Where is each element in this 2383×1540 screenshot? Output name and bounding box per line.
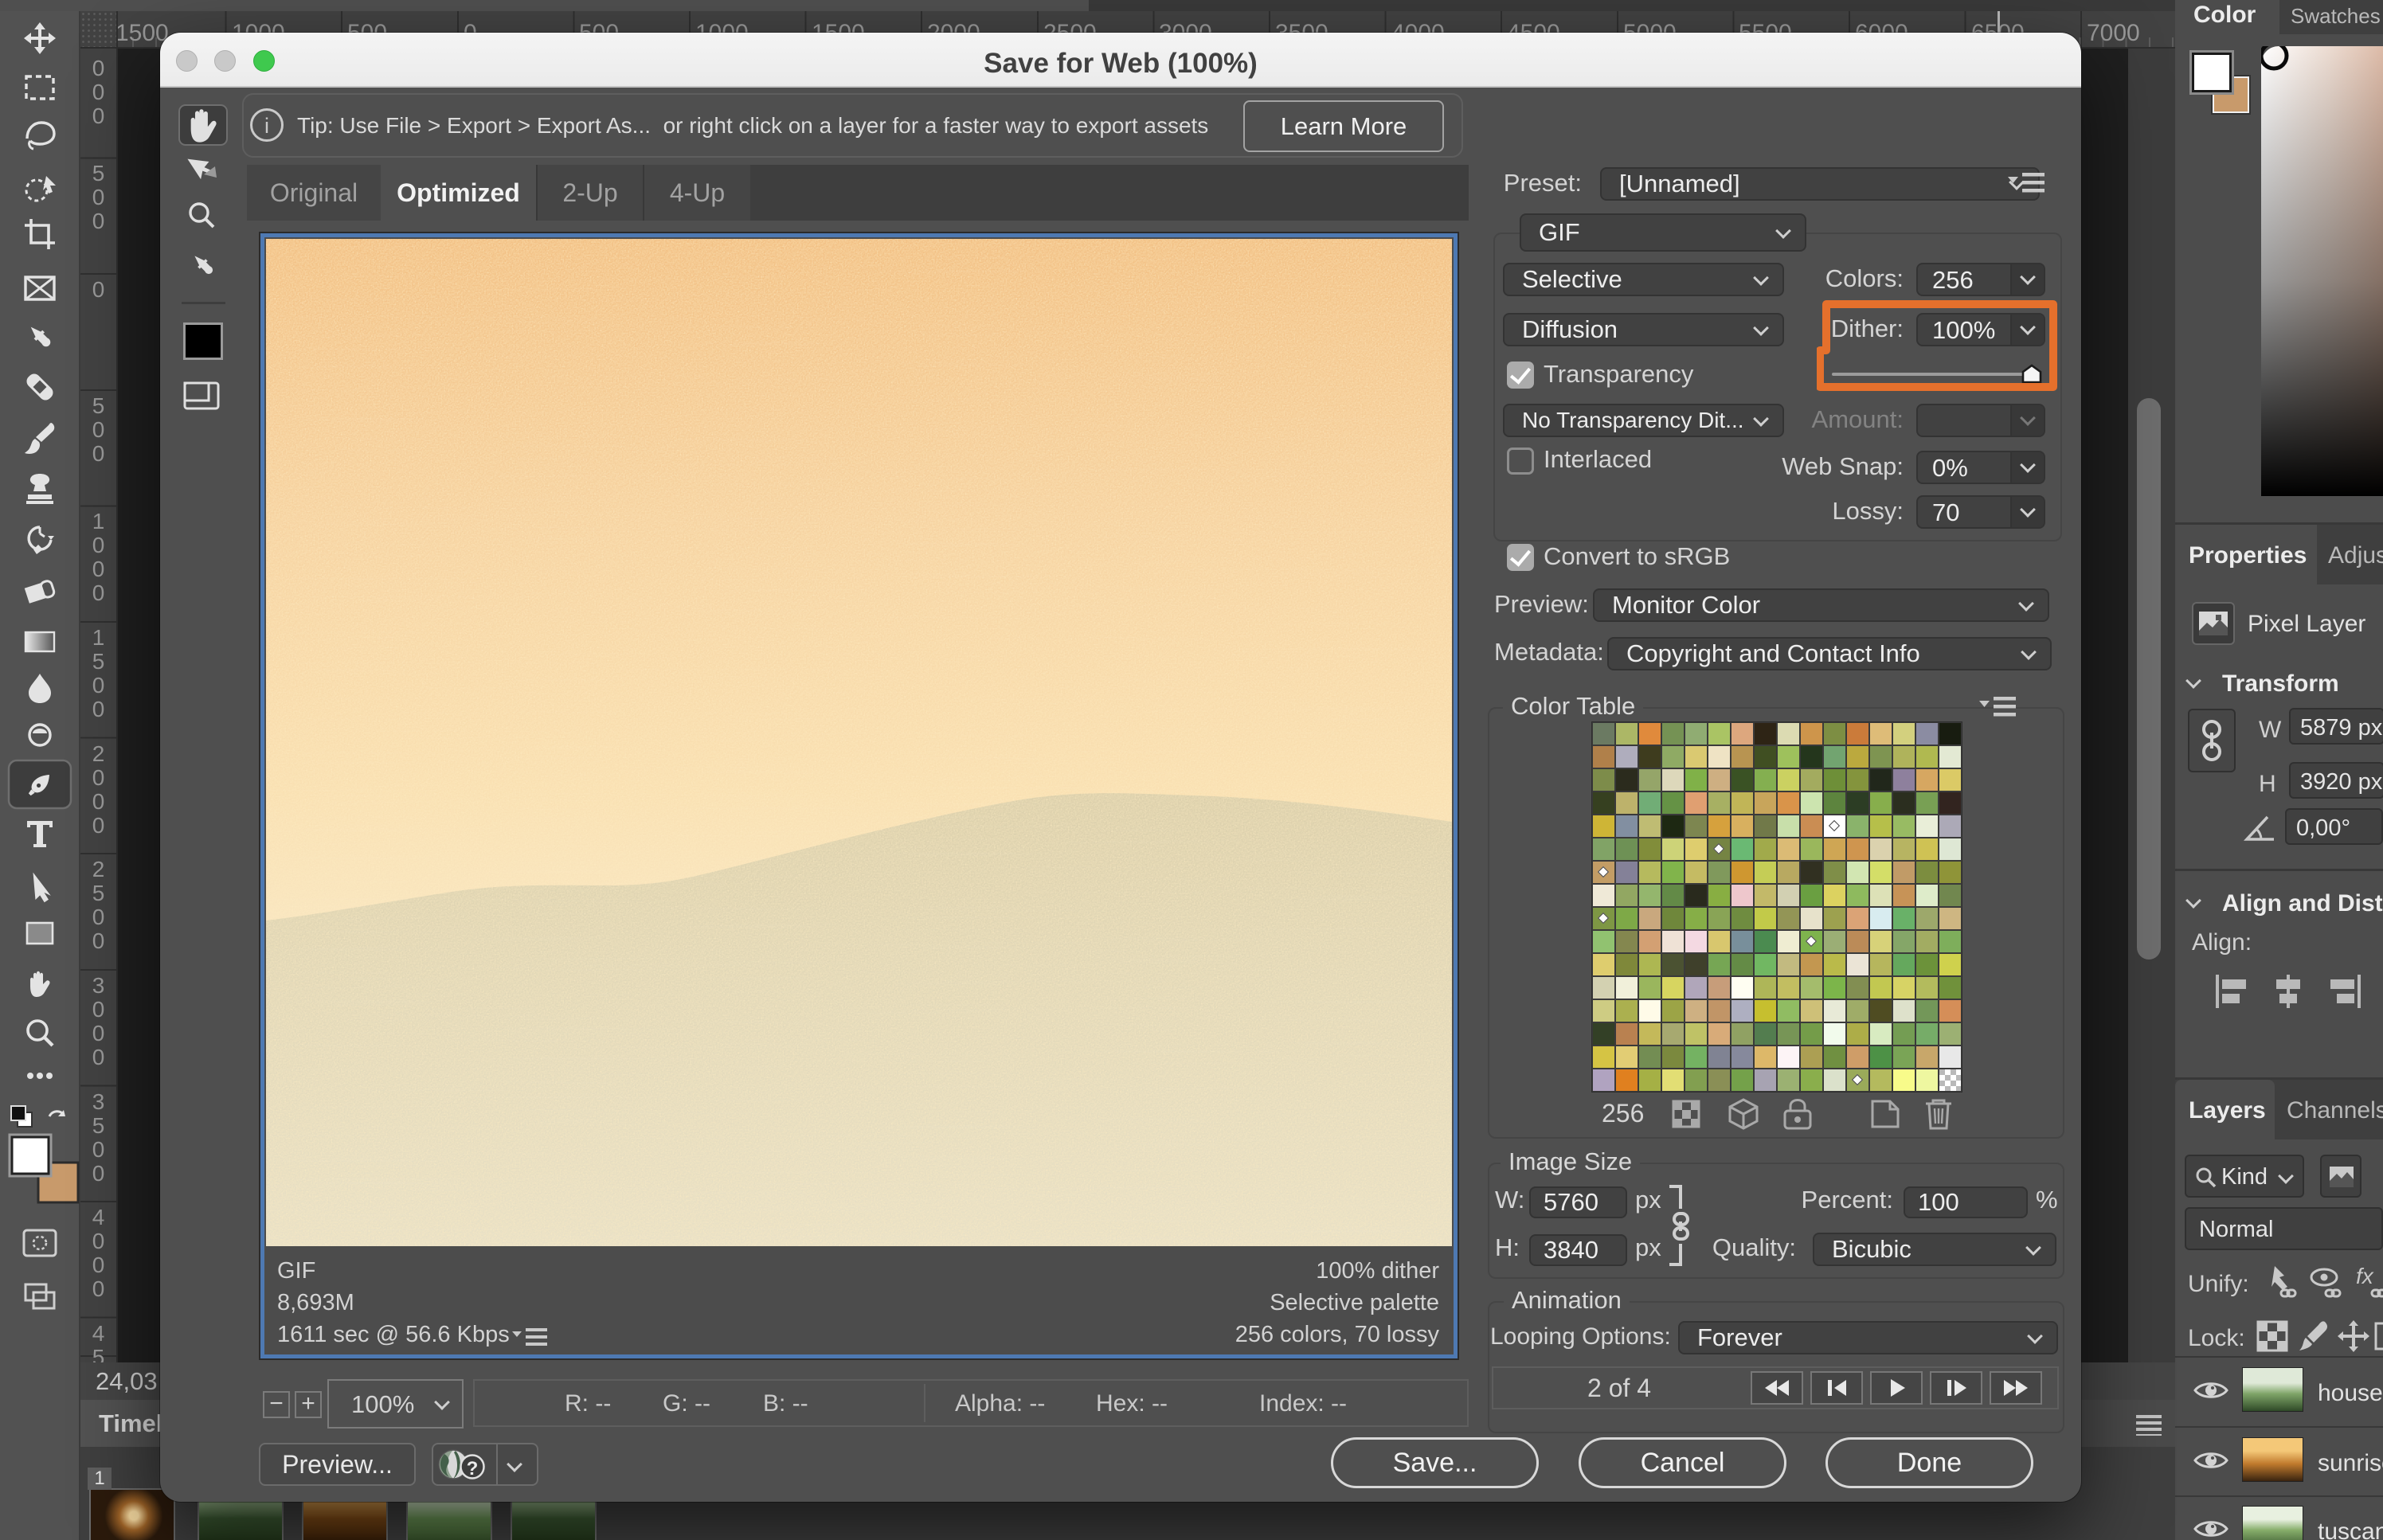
svg-text:fx: fx (2356, 1264, 2374, 1288)
svg-text:?: ? (467, 1458, 479, 1479)
